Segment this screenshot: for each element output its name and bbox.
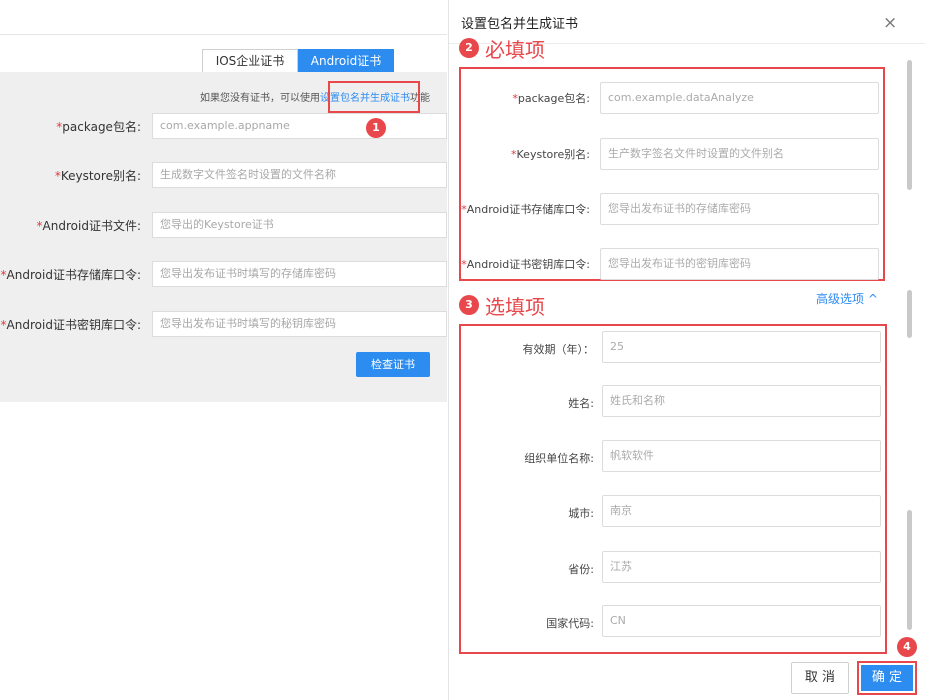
cancel-button[interactable]: 取 消 [791, 662, 849, 694]
close-icon[interactable]: × [883, 14, 897, 32]
tab-ios-certificate[interactable]: IOS企业证书 [202, 49, 298, 74]
advanced-options-label: 高级选项 [816, 292, 865, 306]
dlg-keystore-alias-label: *Keystore别名: [511, 148, 590, 161]
org-unit-label: 组织单位名称: [524, 452, 594, 465]
country-code-label: 国家代码: [546, 617, 594, 630]
annotation-marker-1: 1 [366, 118, 386, 138]
certificate-file-label: *Android证书文件: [36, 219, 141, 233]
tab-android-certificate[interactable]: Android证书 [298, 49, 394, 74]
hint-prefix: 如果您没有证书，可以使用 [200, 93, 320, 104]
required-section-heading: 必填项 [485, 38, 545, 62]
store-password-label: *Android证书存储库口令: [0, 268, 141, 282]
confirm-button[interactable]: 确 定 [861, 665, 913, 691]
org-unit-input[interactable]: 帆软软件 [602, 440, 881, 472]
dlg-store-password-input[interactable]: 您导出发布证书的存储库密码 [600, 193, 879, 225]
background-certificate-page: IOS企业证书 Android证书 如果您没有证书，可以使用设置包名并生成证书功… [0, 0, 447, 700]
certificate-file-input[interactable]: 您导出的Keystore证书 [152, 212, 447, 238]
validity-years-input[interactable]: 25 [602, 331, 881, 363]
advanced-options-toggle[interactable]: 高级选项 ^ [816, 290, 878, 307]
chevron-up-icon: ^ [867, 292, 878, 306]
dlg-keystore-alias-input[interactable]: 生产数字签名文件时设置的文件别名 [600, 138, 879, 170]
scrollbar-thumb[interactable] [907, 290, 912, 338]
validity-years-label: 有效期（年）： [522, 343, 595, 356]
check-certificate-button[interactable]: 检查证书 [356, 352, 430, 377]
dlg-package-name-label: *package包名: [512, 92, 590, 105]
divider [0, 34, 447, 35]
province-input[interactable]: 江苏 [602, 551, 881, 583]
keystore-alias-input[interactable]: 生成数字文件签名时设置的文件名称 [152, 162, 447, 188]
optional-section-heading: 选填项 [485, 295, 545, 319]
keystore-alias-label: *Keystore别名: [54, 169, 141, 183]
package-name-input[interactable]: com.example.appname [152, 113, 447, 139]
province-label: 省份: [568, 563, 594, 576]
name-input[interactable]: 姓氏和名称 [602, 385, 881, 417]
dlg-store-password-label: *Android证书存储库口令: [461, 203, 590, 216]
city-label: 城市: [568, 507, 594, 520]
name-label: 姓名: [568, 397, 594, 410]
scrollbar-thumb[interactable] [907, 60, 912, 190]
store-password-input[interactable]: 您导出发布证书时填写的存储库密码 [152, 261, 447, 287]
annotation-box-confirm: 确 定 [857, 661, 917, 695]
key-password-label: *Android证书密钥库口令: [0, 318, 141, 332]
dialog-title: 设置包名并生成证书 [461, 17, 579, 32]
annotation-box-link [328, 81, 420, 113]
package-name-label: *package包名: [56, 120, 141, 134]
annotation-marker-3: 3 [459, 295, 479, 315]
country-code-input[interactable]: CN [602, 605, 881, 637]
city-input[interactable]: 南京 [602, 495, 881, 527]
key-password-input[interactable]: 您导出发布证书时填写的秘钥库密码 [152, 311, 447, 337]
scrollbar-thumb[interactable] [907, 510, 912, 630]
annotation-marker-2: 2 [459, 38, 479, 58]
dlg-package-name-input[interactable]: com.example.dataAnalyze [600, 82, 879, 114]
generate-certificate-dialog: 设置包名并生成证书 × 2 必填项 *package包名: com.exampl… [448, 0, 925, 700]
annotation-marker-4: 4 [897, 637, 917, 657]
dlg-key-password-label: *Android证书密钥库口令: [461, 258, 590, 271]
dlg-key-password-input[interactable]: 您导出发布证书的密钥库密码 [600, 248, 879, 280]
